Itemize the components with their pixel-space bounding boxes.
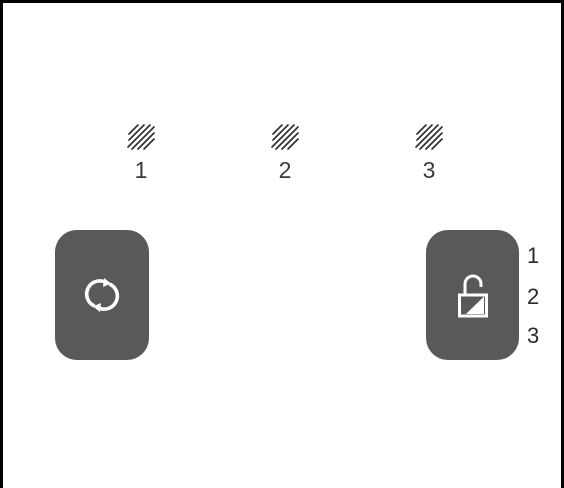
indicator-1: 1 bbox=[121, 121, 161, 182]
lock-option-1[interactable]: 1 bbox=[527, 245, 539, 267]
unlock-icon bbox=[457, 274, 488, 318]
indicator-2: 2 bbox=[265, 121, 305, 182]
lock-option-3[interactable]: 3 bbox=[527, 325, 539, 347]
lock-option-2[interactable]: 2 bbox=[527, 286, 539, 308]
indicator-label: 1 bbox=[134, 157, 148, 183]
unlock-button[interactable] bbox=[426, 230, 519, 360]
window-frame: 1 2 3 1 2 3 bbox=[0, 0, 564, 488]
hatched-square-icon bbox=[127, 124, 155, 150]
indicator-label: 3 bbox=[422, 157, 436, 183]
sync-button[interactable] bbox=[55, 230, 149, 360]
hatched-square-icon bbox=[271, 124, 299, 150]
hatched-square-icon bbox=[415, 124, 443, 150]
indicator-label: 2 bbox=[278, 157, 292, 183]
indicator-3: 3 bbox=[409, 121, 449, 182]
sync-icon bbox=[84, 278, 120, 312]
